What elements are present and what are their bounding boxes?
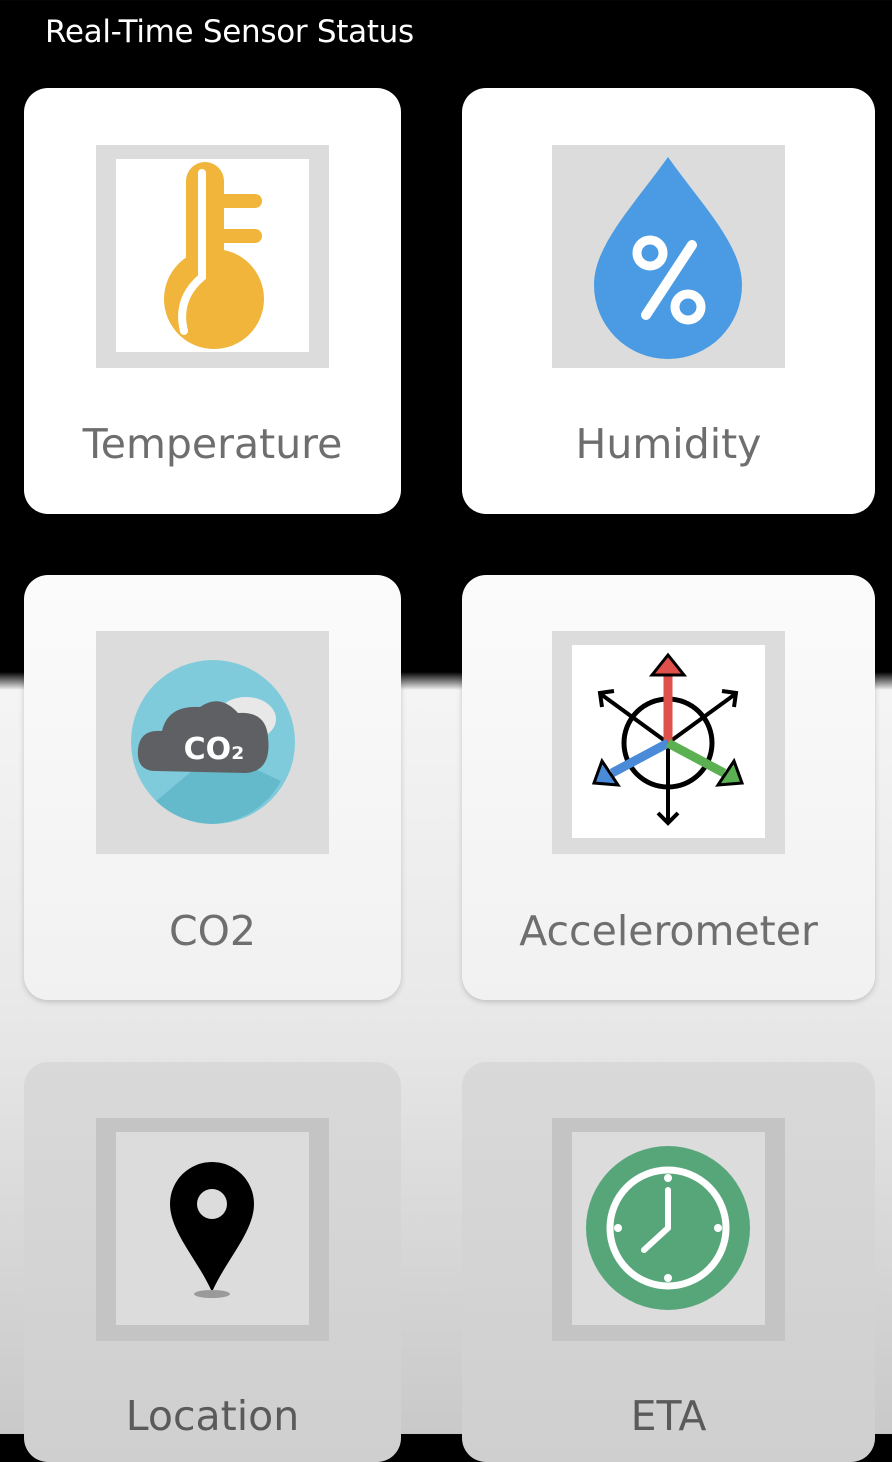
sensor-label: CO2 [169, 907, 256, 955]
sensor-card-accelerometer[interactable]: Accelerometer [462, 575, 875, 1000]
sensor-label: Accelerometer [519, 907, 818, 955]
co2-cloud-icon: CO₂ [131, 660, 295, 824]
location-pin-icon [170, 1162, 254, 1298]
sensor-card-temperature[interactable]: Temperature [24, 88, 401, 514]
page-title: Real-Time Sensor Status [45, 14, 414, 50]
sensor-icon-frame: CO₂ [96, 631, 329, 854]
sensor-card-co2[interactable]: CO₂ CO2 [24, 575, 401, 1000]
sensor-icon-frame [552, 1118, 785, 1341]
sensor-icon-frame [96, 1118, 329, 1341]
sensor-card-humidity[interactable]: Humidity [462, 88, 875, 514]
clock-icon [586, 1146, 750, 1310]
sensor-card-location[interactable]: Location [24, 1062, 401, 1462]
accelerometer-axes-icon [591, 652, 745, 826]
sensor-icon-frame [96, 145, 329, 368]
sensor-card-eta[interactable]: ETA [462, 1062, 875, 1462]
sensor-label: ETA [630, 1392, 707, 1440]
sensor-label: Humidity [575, 420, 762, 468]
humidity-drop-icon [594, 157, 742, 359]
thermometer-icon [164, 162, 264, 349]
sensor-icon-frame [552, 145, 785, 368]
svg-text:CO₂: CO₂ [184, 732, 245, 767]
sensor-label: Temperature [82, 420, 343, 468]
sensor-icon-frame [552, 631, 785, 854]
sensor-label: Location [125, 1392, 300, 1440]
